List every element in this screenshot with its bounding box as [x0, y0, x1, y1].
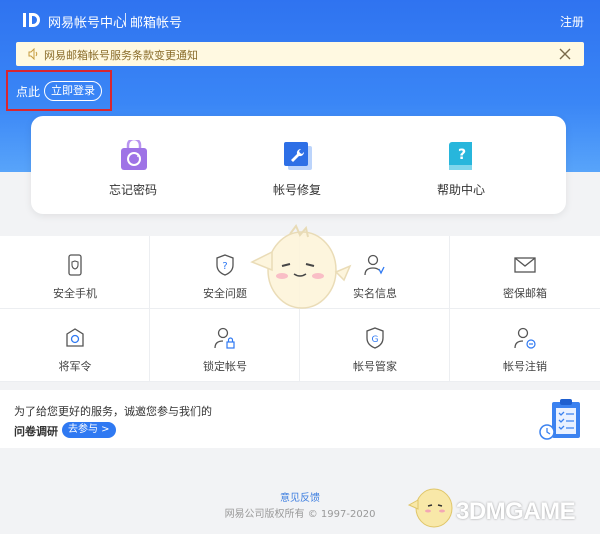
service-cancel-account[interactable]: 帐号注销 [450, 309, 600, 382]
user-remove-icon [514, 327, 536, 349]
survey-title: 问卷调研 [14, 425, 58, 438]
close-icon[interactable] [558, 47, 572, 61]
quick-actions-card: 忘记密码 帐号修复 ? 帮助中心 [31, 116, 566, 214]
forgot-password-label: 忘记密码 [108, 183, 157, 197]
speaker-icon [28, 48, 38, 60]
survey-banner[interactable]: 为了给您更好的服务，诚邀您参与我们的 问卷调研 去参与 > [0, 390, 600, 448]
mascot-icon [250, 224, 352, 309]
svg-text:?: ? [222, 261, 227, 272]
notice-bar[interactable]: 网易邮箱帐号服务条款变更通知 [16, 42, 584, 66]
service-label: 帐号管家 [353, 360, 397, 373]
register-link[interactable]: 注册 [560, 13, 584, 30]
service-label: 安全手机 [53, 287, 97, 300]
token-icon [66, 328, 84, 347]
login-button[interactable]: 立即登录 [44, 81, 102, 101]
account-repair-label: 帐号修复 [272, 183, 321, 197]
clipboard-checklist-icon [539, 399, 580, 440]
forgot-password-button[interactable]: 忘记密码 [73, 116, 193, 214]
svg-text:?: ? [458, 147, 466, 163]
top-bar: 网易帐号中心 邮箱帐号 注册 [0, 0, 600, 40]
service-account-guard[interactable]: G 帐号管家 [300, 309, 450, 382]
service-label: 将军令 [58, 360, 92, 373]
lock-refresh-icon [121, 140, 147, 170]
help-book-icon: ? [449, 142, 472, 170]
watermark-mascot-icon [408, 488, 453, 528]
shield-g-icon: G [366, 327, 384, 349]
survey-join-button[interactable]: 去参与 > [62, 422, 116, 438]
user-lock-icon [214, 327, 235, 349]
account-repair-button[interactable]: 帐号修复 [237, 116, 357, 214]
service-token[interactable]: 将军令 [0, 309, 150, 382]
phone-shield-icon [68, 254, 82, 276]
notice-text[interactable]: 网易邮箱帐号服务条款变更通知 [44, 47, 198, 63]
svg-text:G: G [372, 335, 379, 345]
survey-line1: 为了给您更好的服务，诚邀您参与我们的 [14, 405, 212, 418]
logo-subtitle: 邮箱帐号 [130, 16, 183, 31]
shield-question-icon: ? [216, 254, 234, 276]
service-lock-account[interactable]: 锁定帐号 [150, 309, 300, 382]
netease-id-logo-icon [23, 13, 40, 27]
service-label: 帐号注销 [503, 360, 547, 373]
service-label: 锁定帐号 [203, 360, 247, 373]
watermark-text: 3DMGAME [456, 498, 576, 525]
wrench-icon [284, 142, 312, 170]
logo-title: 网易帐号中心 [48, 16, 127, 31]
envelope-icon [514, 257, 536, 273]
help-center-label: 帮助中心 [436, 183, 485, 197]
logo-divider [125, 13, 126, 27]
login-hint: 点此 [16, 85, 41, 99]
help-center-button[interactable]: ? 帮助中心 [401, 116, 521, 214]
user-verified-icon [364, 254, 385, 276]
service-label: 密保邮箱 [503, 287, 547, 300]
service-secure-email[interactable]: 密保邮箱 [450, 236, 600, 309]
service-secure-phone[interactable]: 安全手机 [0, 236, 150, 309]
